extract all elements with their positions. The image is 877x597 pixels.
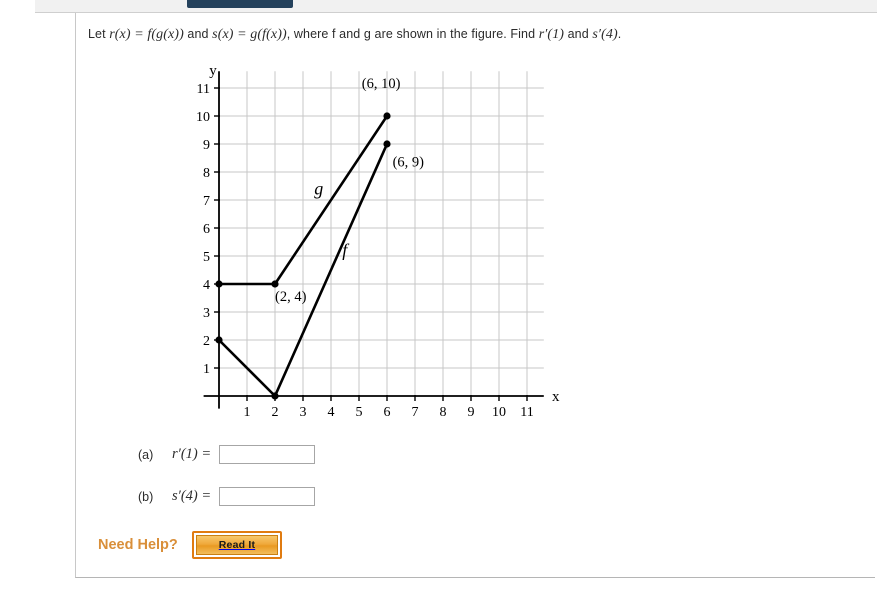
- y-tick-label: 10: [196, 110, 210, 125]
- point-annotations: (6, 10) (6, 9) (2, 4): [275, 76, 424, 305]
- x-tick-label: 11: [520, 405, 533, 420]
- x-tick-label: 8: [440, 405, 447, 420]
- data-point-marker: [383, 112, 391, 120]
- grid-lines: [219, 71, 544, 396]
- read-it-button-label: Read It: [195, 535, 279, 555]
- problem-find-r-prime: r′(1): [538, 27, 565, 42]
- x-axis-label: x: [552, 389, 560, 405]
- problem-conjunction-1: and: [183, 27, 213, 41]
- problem-s-definition: s(x) = g(f(x)): [212, 27, 287, 42]
- data-point-marker: [215, 280, 223, 288]
- axis-ticks: [214, 87, 528, 401]
- answer-expression-a: r′(1) =: [172, 446, 212, 462]
- x-tick-label: 5: [356, 405, 363, 420]
- x-tick-label: 7: [412, 405, 419, 420]
- problem-text-period: .: [617, 27, 622, 41]
- y-tick-label: 6: [203, 222, 210, 237]
- y-tick-label: 11: [197, 82, 210, 97]
- problem-statement: Let r(x) = f(g(x)) and s(x) = g(f(x)), w…: [88, 27, 621, 43]
- y-tick-label: 4: [203, 278, 210, 293]
- axes: [203, 71, 544, 409]
- problem-conjunction-2: and: [564, 27, 593, 41]
- data-point-marker: [271, 280, 279, 288]
- answer-row-b: (b) s′(4) =: [138, 487, 316, 506]
- x-tick-label: 9: [468, 405, 475, 420]
- y-tick-label: 5: [203, 250, 210, 265]
- x-tick-label: 2: [272, 405, 279, 420]
- function-graph-figure: 1 2 3 4 5 6 7 8 9 10 11 1 2 3 4 5 6 7 8 9 10 11 (6, 10) (6, 9)…: [181, 48, 581, 438]
- answer-expression-b: s′(4) =: [172, 488, 212, 504]
- y-tick-label: 1: [203, 362, 210, 377]
- problem-find-s-prime: s′(4): [592, 27, 618, 42]
- x-tick-label: 6: [384, 405, 391, 420]
- x-tick-label: 10: [492, 405, 506, 420]
- problem-text-prefix: Let: [88, 27, 110, 41]
- read-it-button[interactable]: Read It: [191, 531, 283, 559]
- browser-tab[interactable]: [187, 0, 293, 8]
- data-point-marker: [215, 336, 223, 344]
- point-annotation: (6, 10): [362, 76, 401, 92]
- answer-label-a: (a): [138, 447, 154, 462]
- need-help-label: Need Help?: [98, 537, 178, 553]
- y-axis-label: y: [209, 63, 217, 79]
- problem-text-middle: , where f and g are shown in the figure.…: [286, 27, 539, 41]
- y-tick-label: 2: [203, 334, 210, 349]
- point-annotation: (6, 9): [393, 154, 425, 170]
- y-tick-label: 9: [203, 138, 210, 153]
- browser-chrome-strip: [35, 0, 877, 13]
- y-tick-label: 3: [203, 306, 210, 321]
- x-tick-label: 4: [328, 405, 335, 420]
- need-help-bar: Need Help? Read It: [98, 531, 283, 559]
- answer-input-a[interactable]: [219, 445, 316, 464]
- x-tick-label: 3: [300, 405, 307, 420]
- point-annotation: (2, 4): [275, 289, 307, 305]
- answer-row-a: (a) r′(1) =: [138, 445, 316, 464]
- curve-label-g: g: [314, 178, 323, 198]
- data-point-marker: [271, 392, 279, 400]
- graph-canvas: 12345678910111 2 3 4 5 6 7 8 9 10 11 (6, 10)(6, 9)…: [196, 63, 560, 420]
- answer-input-b[interactable]: [219, 487, 316, 506]
- y-tick-label: 7: [203, 194, 210, 209]
- answer-label-b: (b): [138, 489, 154, 504]
- y-tick-label: 8: [203, 166, 210, 181]
- data-point-marker: [383, 140, 391, 148]
- x-tick-label: 1: [244, 405, 251, 420]
- curve-label-f: f: [342, 240, 350, 260]
- problem-r-definition: r(x) = f(g(x)): [109, 27, 184, 42]
- question-content-card: Let r(x) = f(g(x)) and s(x) = g(f(x)), w…: [75, 13, 875, 578]
